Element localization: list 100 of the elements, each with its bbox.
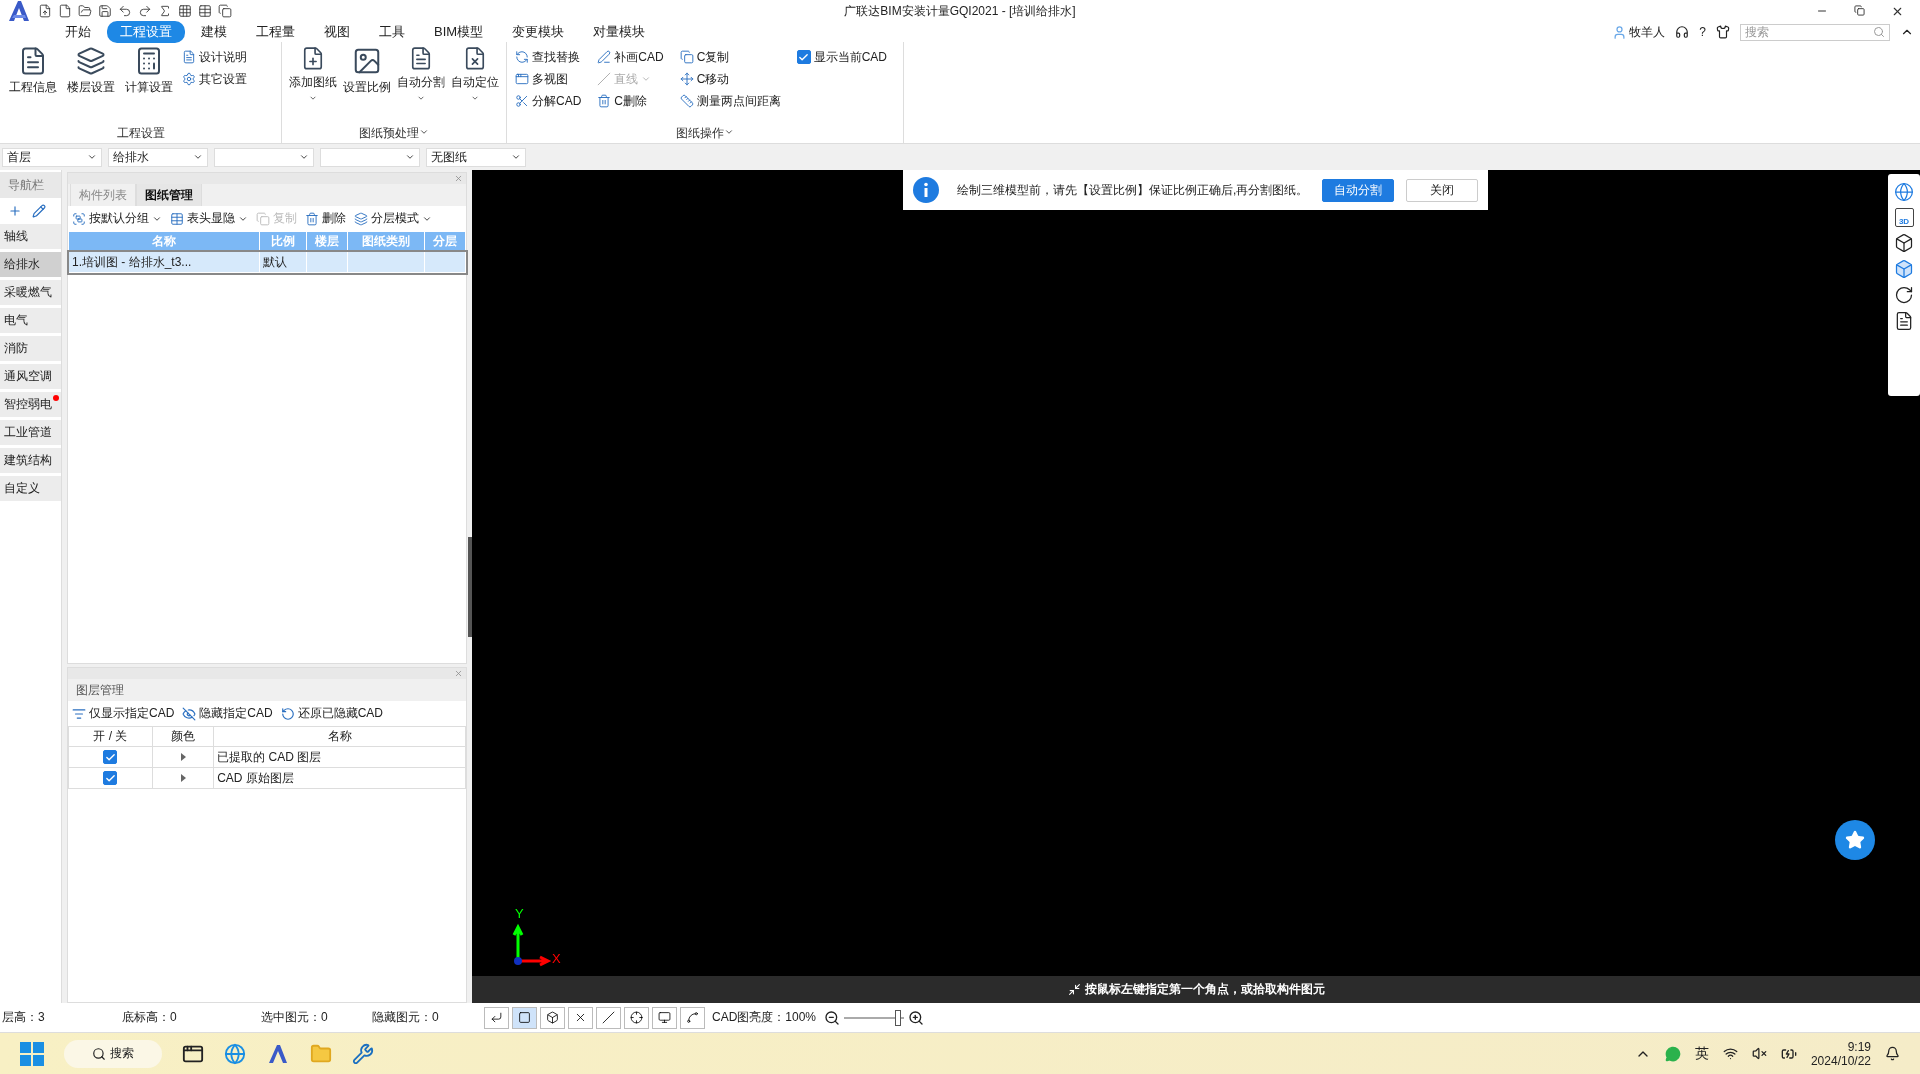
status-tool-button[interactable]: [512, 1006, 537, 1029]
ribbon-button[interactable]: C删除: [595, 90, 666, 112]
rotate-icon[interactable]: [1894, 285, 1914, 305]
toolbar-button[interactable]: 还原已隐藏CAD: [280, 705, 384, 722]
help-button[interactable]: ?: [1699, 25, 1706, 39]
taskbar-search[interactable]: 搜索: [64, 1039, 162, 1068]
expand-icon[interactable]: [180, 774, 186, 782]
wifi-icon[interactable]: [1722, 1046, 1738, 1061]
menu-tab[interactable]: 视图: [311, 21, 363, 43]
toolbar-button[interactable]: 仅显示指定CAD: [72, 705, 175, 722]
zoom-out-icon[interactable]: [824, 1009, 841, 1026]
ribbon-button[interactable]: 楼层设置: [64, 44, 118, 104]
toolbar-button[interactable]: 删除: [305, 210, 346, 227]
ribbon-button[interactable]: 查找替换: [513, 46, 584, 68]
nav-item[interactable]: 自定义: [0, 476, 61, 501]
nav-item[interactable]: 给排水: [0, 252, 61, 277]
ribbon-button[interactable]: 设置比例: [342, 44, 392, 104]
nav-item[interactable]: 通风空调: [0, 364, 61, 389]
status-tool-button[interactable]: [652, 1006, 677, 1029]
toolbar-icon[interactable]: [218, 4, 232, 18]
ime-indicator[interactable]: 英: [1694, 1044, 1709, 1063]
ribbon-button[interactable]: 计算设置: [122, 44, 176, 104]
menu-tab[interactable]: BIM模型: [421, 21, 497, 43]
status-tool-button[interactable]: [540, 1006, 565, 1029]
slider-thumb[interactable]: [895, 1009, 902, 1026]
ribbon-button[interactable]: 补画CAD: [595, 46, 666, 68]
menu-tab[interactable]: 对量模块: [580, 21, 659, 43]
ribbon-button[interactable]: 其它设置: [180, 68, 249, 90]
column-header: 名称: [68, 231, 260, 252]
toolbar-icon[interactable]: [58, 4, 72, 18]
ribbon-button[interactable]: C移动: [677, 68, 783, 90]
cube-icon[interactable]: [1894, 233, 1914, 253]
checkbox-label[interactable]: 显示当前CAD: [813, 48, 888, 66]
menu-tab[interactable]: 变更模块: [499, 21, 578, 43]
layer-checkbox[interactable]: [103, 750, 118, 765]
ribbon-button[interactable]: 设计说明: [180, 46, 249, 68]
toolbar-button[interactable]: 隐藏指定CAD: [182, 705, 273, 722]
notice-button[interactable]: 自动分割: [1322, 178, 1394, 202]
properties-icon[interactable]: [1894, 311, 1914, 331]
menu-tab[interactable]: 工程设置: [107, 21, 185, 43]
edit-icon[interactable]: [32, 204, 46, 218]
nav-item[interactable]: 建筑结构: [0, 448, 61, 473]
ribbon-button[interactable]: 工程信息: [6, 44, 60, 104]
start-icon[interactable]: [20, 1041, 44, 1066]
toolbar-icon[interactable]: [198, 4, 212, 18]
splitter-handle[interactable]: [468, 536, 472, 637]
restore-icon[interactable]: [1854, 4, 1865, 16]
view-3d-button[interactable]: 3D: [1894, 208, 1914, 227]
nav-item[interactable]: 智控弱电: [0, 392, 61, 417]
dropdown-field[interactable]: 给排水: [108, 147, 208, 167]
nav-item[interactable]: 采暖燃气: [0, 280, 61, 305]
ribbon-button[interactable]: C复制: [677, 46, 783, 68]
notification-icon[interactable]: [1885, 1046, 1900, 1061]
user-name[interactable]: 牧羊人: [1629, 23, 1666, 41]
orbit-icon[interactable]: [1894, 182, 1914, 202]
nav-item[interactable]: 消防: [0, 336, 61, 361]
toolbar-icon[interactable]: [178, 4, 192, 18]
notice-button[interactable]: 关闭: [1406, 178, 1478, 202]
browser-icon[interactable]: [224, 1042, 246, 1065]
drawing-canvas[interactable]: [472, 170, 1920, 976]
toolbar-icon[interactable]: [98, 4, 112, 18]
expand-icon[interactable]: [180, 753, 186, 761]
ribbon-button[interactable]: 分解CAD: [513, 90, 584, 112]
status-tool-button[interactable]: [568, 1006, 593, 1029]
ribbon-button[interactable]: 添加图纸: [288, 44, 338, 104]
layer-checkbox[interactable]: [103, 771, 118, 786]
panel-tab[interactable]: 图纸管理: [136, 184, 202, 206]
menu-tab[interactable]: 工具: [366, 21, 418, 43]
ribbon-button[interactable]: 自动定位: [450, 44, 500, 104]
menu-tab[interactable]: 开始: [52, 21, 104, 43]
headset-icon[interactable]: [1675, 25, 1690, 39]
toolbar-icon[interactable]: [138, 4, 152, 18]
image-icon: [352, 46, 382, 76]
menu-tab[interactable]: 工程量: [243, 21, 308, 43]
ribbon-button[interactable]: 测量两点间距离: [677, 90, 783, 112]
zoom-in-icon[interactable]: [908, 1009, 925, 1026]
dropdown-field[interactable]: [320, 147, 420, 167]
toolbar-button[interactable]: 分层模式: [354, 210, 432, 227]
toolbar-icon[interactable]: [78, 4, 92, 18]
ribbon-button[interactable]: 多视图: [513, 68, 584, 90]
toolbar-button[interactable]: 按默认分组: [72, 210, 162, 227]
toolbar-icon[interactable]: [38, 4, 52, 18]
toolbar-button[interactable]: 表头显隐: [170, 210, 248, 227]
dropdown-field[interactable]: [214, 147, 314, 167]
ribbon-button[interactable]: 自动分割: [396, 44, 446, 104]
nav-item[interactable]: 轴线: [0, 224, 61, 249]
toolbar-icon[interactable]: [118, 4, 132, 18]
toolbar-icon[interactable]: [158, 4, 172, 18]
mute-icon[interactable]: [1751, 1046, 1767, 1061]
shirt-icon[interactable]: [1716, 25, 1730, 39]
checkbox[interactable]: [796, 50, 811, 64]
clock[interactable]: 9:19 2024/10/22: [1810, 1039, 1871, 1068]
nav-item[interactable]: 工业管道: [0, 420, 61, 445]
status-tool-button[interactable]: [680, 1006, 705, 1029]
menu-tab[interactable]: 建模: [188, 21, 240, 43]
window-icon: [515, 72, 529, 86]
nav-item[interactable]: 电气: [0, 308, 61, 333]
dropdown-field[interactable]: 首层: [2, 147, 102, 167]
dropdown-field[interactable]: 无图纸: [426, 147, 526, 167]
status-tool-button[interactable]: [624, 1006, 649, 1029]
